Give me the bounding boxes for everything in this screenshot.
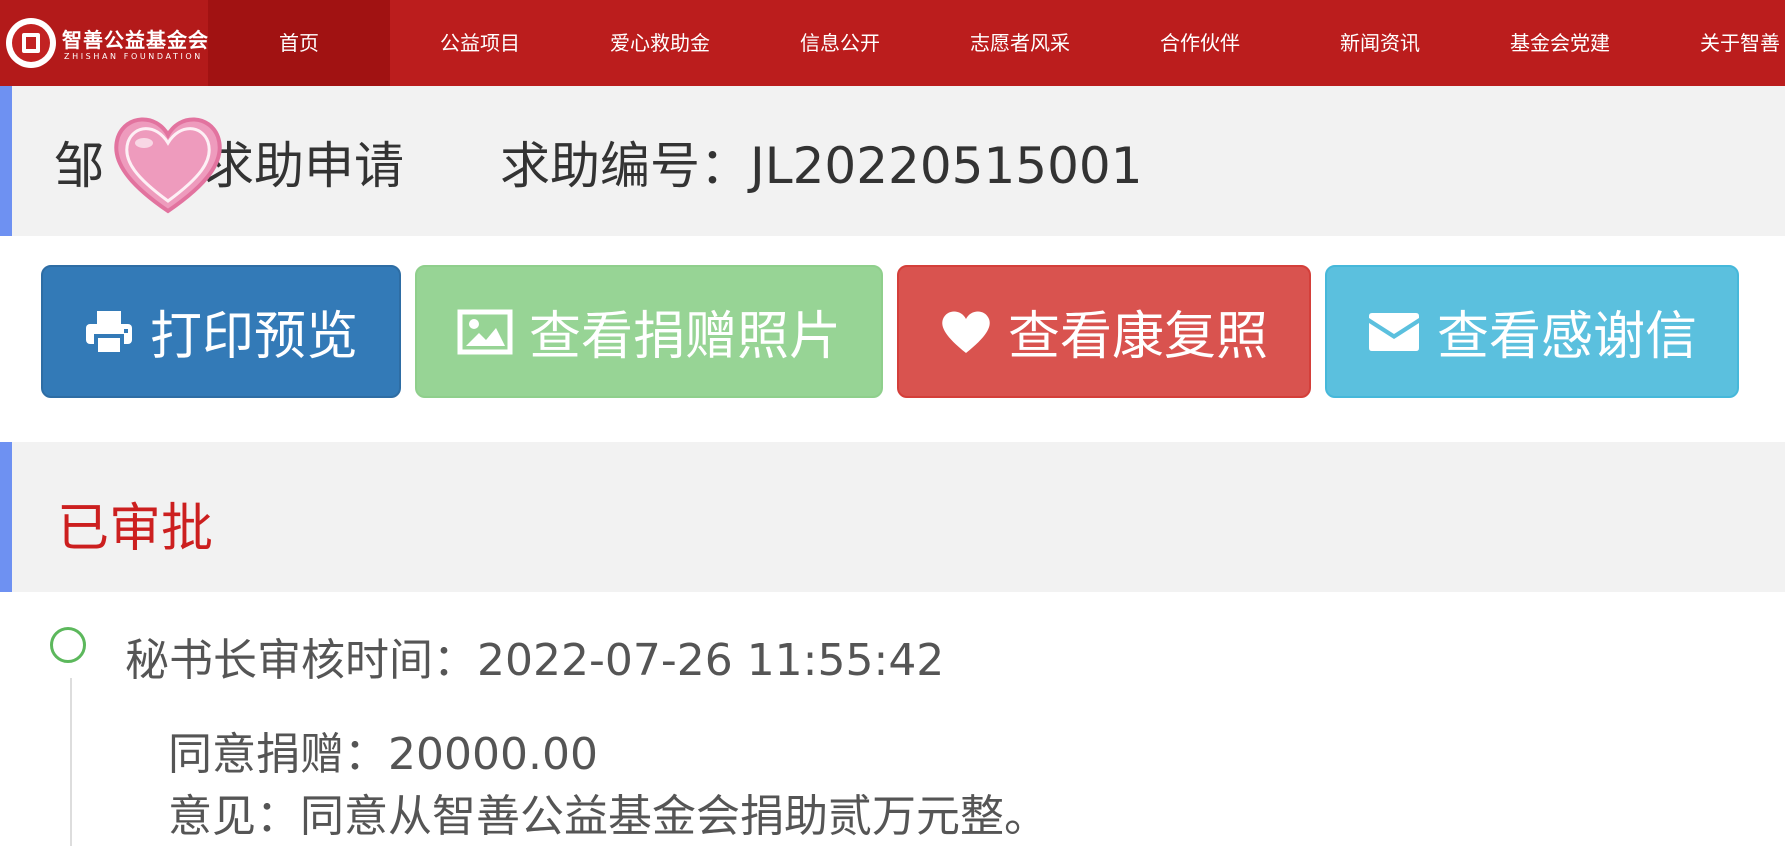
view-recovery-photos-label: 查看康复照 [1007, 307, 1268, 367]
review-time: 秘书长审核时间：2022-07-26 11:55:42 [125, 635, 945, 686]
logo-seal-icon [6, 18, 56, 68]
view-recovery-photos-button[interactable]: 查看康复照 [897, 265, 1311, 398]
view-thank-you-letter-label: 查看感谢信 [1436, 307, 1697, 367]
top-nav: 智善公益基金会 ZHISHAN FOUNDATION 首页 公益项目 爱心救助金… [0, 0, 1785, 86]
approval-status: 已审批 [57, 499, 214, 559]
nav-item-home[interactable]: 首页 [208, 0, 390, 86]
nav-item-about[interactable]: 关于智善 [1650, 0, 1785, 86]
print-preview-button[interactable]: 打印预览 [41, 265, 401, 398]
approved-amount: 同意捐赠：20000.00 [168, 729, 598, 780]
nav-item-disclosure[interactable]: 信息公开 [750, 0, 930, 86]
nav-item-volunteers[interactable]: 志愿者风采 [930, 0, 1110, 86]
application-code: 求助编号：JL20220515001 [500, 137, 1143, 195]
nav-item-partners[interactable]: 合作伙伴 [1110, 0, 1290, 86]
nav-item-news[interactable]: 新闻资讯 [1290, 0, 1470, 86]
view-donation-photos-label: 查看捐赠照片 [528, 307, 841, 367]
print-icon [84, 308, 134, 356]
view-thank-you-letter-button[interactable]: 查看感谢信 [1325, 265, 1739, 398]
timeline-line [70, 678, 72, 846]
print-preview-label: 打印预览 [149, 307, 358, 367]
nav-item-relief-fund[interactable]: 爱心救助金 [570, 0, 750, 86]
applicant-title: 邹 的求助申请 [54, 137, 404, 195]
heart-icon [940, 309, 992, 355]
logo-subtitle: ZHISHAN FOUNDATION [64, 52, 203, 61]
image-icon [457, 309, 513, 355]
envelope-icon [1367, 312, 1421, 352]
review-opinion: 意见：同意从智善公益基金会捐助贰万元整。 [168, 791, 1048, 842]
nav-item-projects[interactable]: 公益项目 [390, 0, 570, 86]
view-donation-photos-button[interactable]: 查看捐赠照片 [415, 265, 883, 398]
site-logo[interactable]: 智善公益基金会 ZHISHAN FOUNDATION [0, 0, 208, 86]
logo-name: 智善公益基金会 [62, 28, 209, 52]
timeline-circle-icon [50, 627, 86, 663]
application-header: 邹 的求助申请 求助编号：JL20220515001 [0, 86, 1785, 236]
nav-item-party[interactable]: 基金会党建 [1470, 0, 1650, 86]
heart-sticker-icon [114, 117, 222, 214]
approval-status-bar: 已审批 [0, 442, 1785, 592]
